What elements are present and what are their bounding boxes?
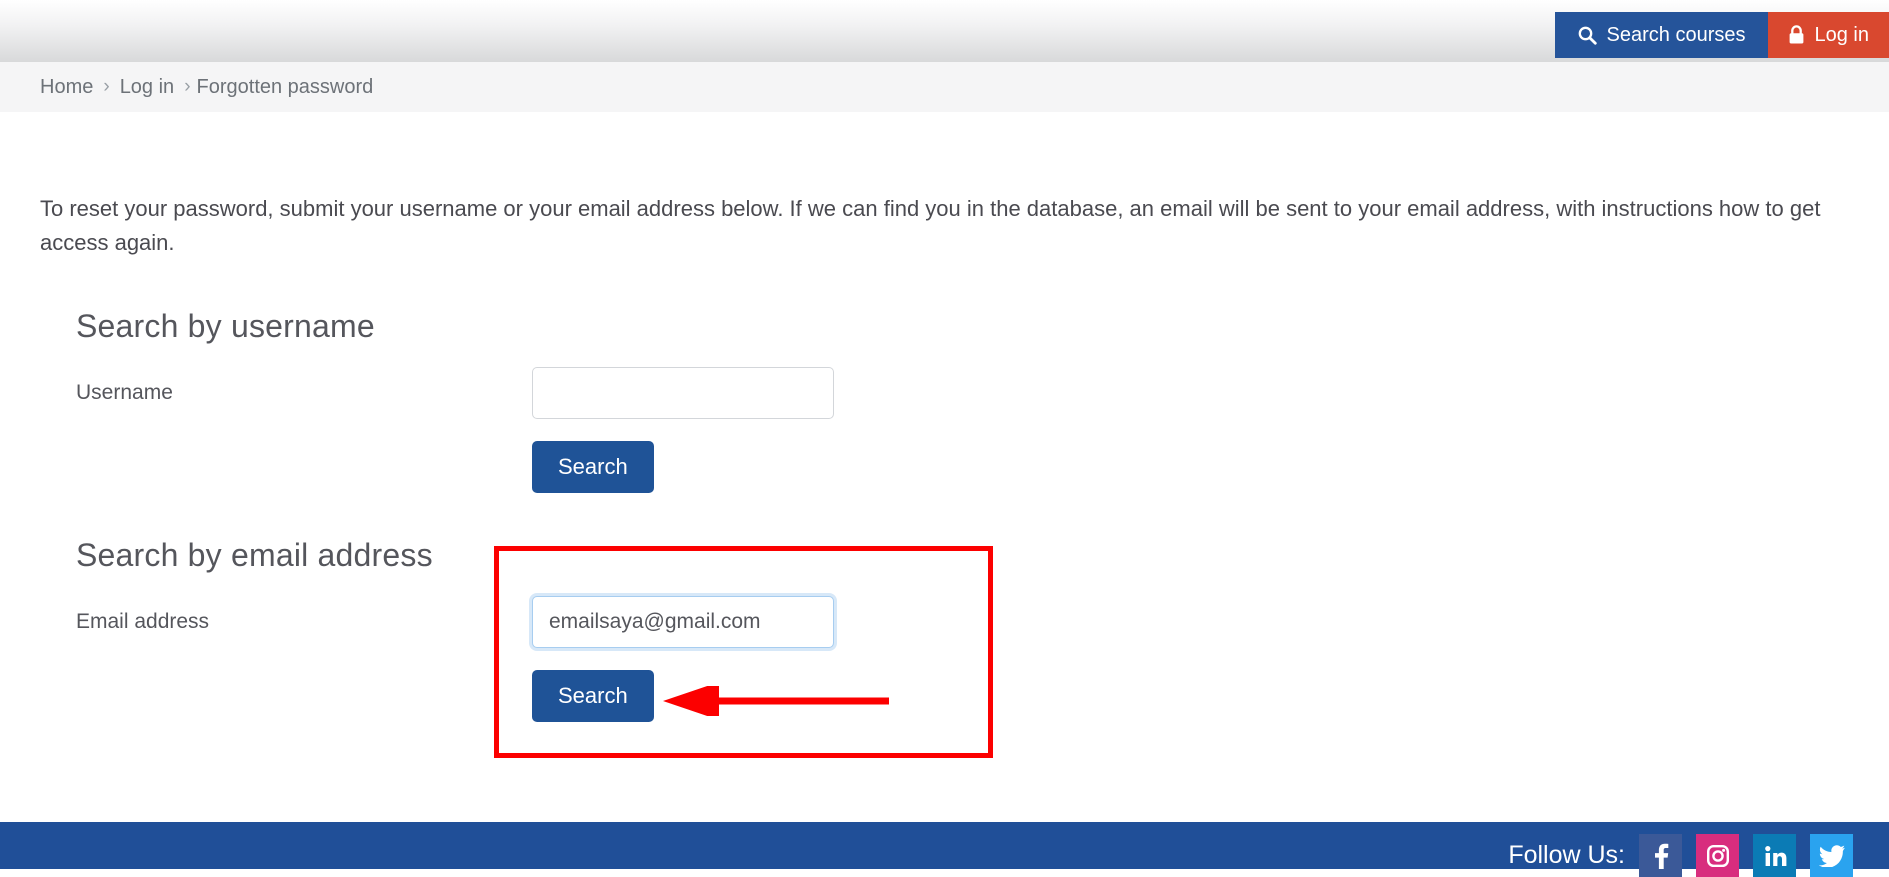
breadcrumb-separator: › <box>103 76 109 98</box>
reset-instructions-text: To reset your password, submit your user… <box>0 112 1880 260</box>
email-address-label: Email address <box>76 610 532 634</box>
username-label: Username <box>76 381 532 405</box>
breadcrumb-item-forgotten-password: Forgotten password <box>197 76 374 99</box>
main-content: To reset your password, submit your user… <box>0 112 1889 722</box>
section-heading-email: Search by email address <box>0 493 1889 574</box>
follow-us-label: Follow Us: <box>1508 841 1625 870</box>
search-icon <box>1577 25 1597 45</box>
login-label: Log in <box>1815 24 1870 47</box>
email-button-row: Search <box>0 670 1889 722</box>
section-heading-username: Search by username <box>0 260 1889 345</box>
site-footer: Follow Us: <box>0 822 1889 869</box>
facebook-icon[interactable] <box>1639 834 1682 877</box>
username-search-button[interactable]: Search <box>532 441 654 493</box>
instagram-icon[interactable] <box>1696 834 1739 877</box>
username-form-row: Username <box>0 367 1889 419</box>
top-bar: Search courses Log in <box>0 0 1889 62</box>
username-input[interactable] <box>532 367 834 419</box>
follow-us-group: Follow Us: <box>1508 834 1853 877</box>
email-form-row: Email address <box>0 596 1889 648</box>
breadcrumb-item-home[interactable]: Home <box>40 76 93 99</box>
search-courses-label: Search courses <box>1607 24 1746 47</box>
lock-icon <box>1788 25 1805 45</box>
login-button[interactable]: Log in <box>1768 12 1889 58</box>
breadcrumb: Home › Log in › Forgotten password <box>0 62 1889 112</box>
breadcrumb-separator: › <box>184 76 190 98</box>
breadcrumb-item-login[interactable]: Log in <box>120 76 175 99</box>
username-button-row: Search <box>0 441 1889 493</box>
search-courses-button[interactable]: Search courses <box>1555 12 1768 58</box>
email-search-button[interactable]: Search <box>532 670 654 722</box>
twitter-icon[interactable] <box>1810 834 1853 877</box>
linkedin-icon[interactable] <box>1753 834 1796 877</box>
top-bar-actions: Search courses Log in <box>1555 12 1889 58</box>
email-address-input[interactable] <box>532 596 834 648</box>
